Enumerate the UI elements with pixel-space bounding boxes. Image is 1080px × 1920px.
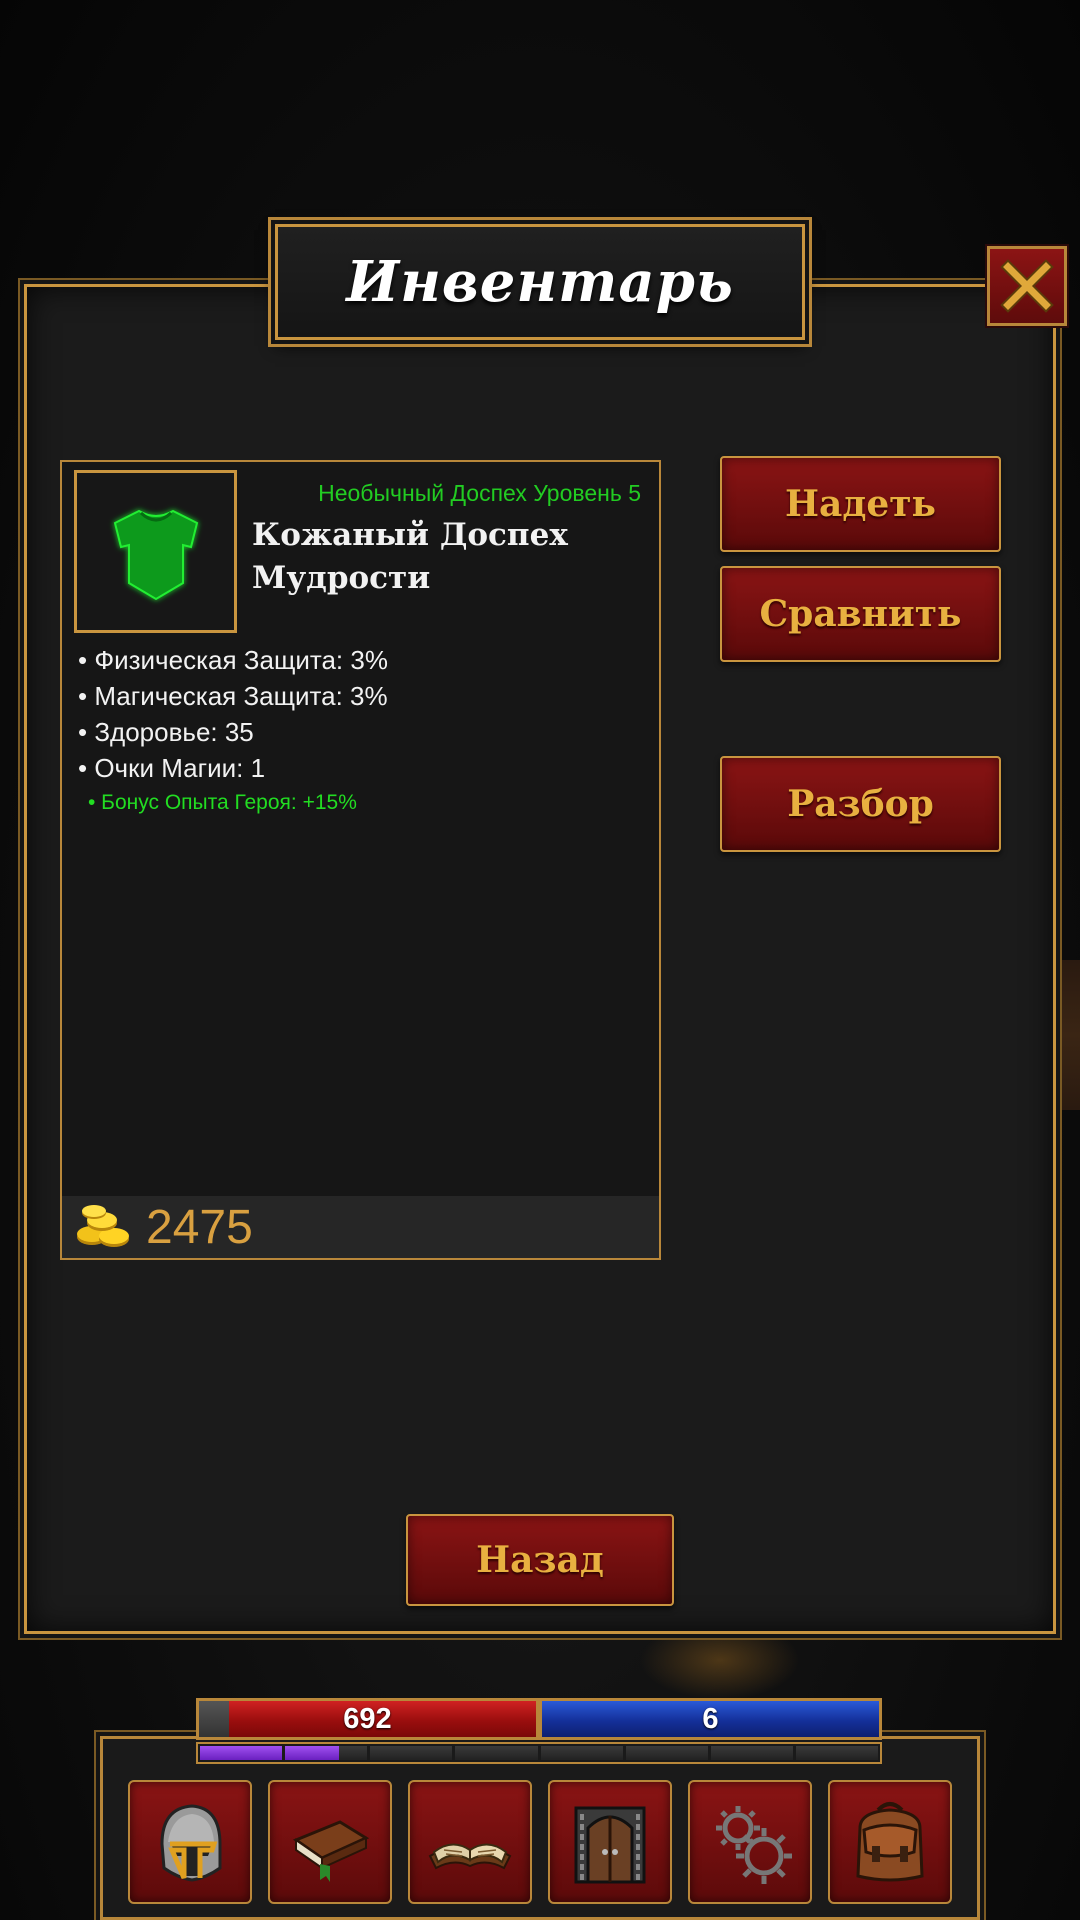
menu-dungeon-button[interactable] <box>548 1780 672 1904</box>
compare-button-label: Сравнить <box>759 593 962 635</box>
xp-segment <box>795 1746 878 1760</box>
disassemble-button[interactable]: Разбор <box>720 756 1001 852</box>
equip-button-label: Надеть <box>785 483 936 525</box>
xp-segment <box>370 1746 453 1760</box>
menu-inventory-button[interactable] <box>828 1780 952 1904</box>
background-decoration <box>1058 960 1080 1110</box>
book-icon <box>292 1820 370 1882</box>
gears-icon <box>716 1806 792 1884</box>
gold-coins-icon <box>77 1205 129 1247</box>
door-icon <box>574 1806 646 1884</box>
menu-spellbook-button[interactable] <box>408 1780 532 1904</box>
item-stats-list: • Физическая Защита: 3% • Магическая Защ… <box>78 642 388 820</box>
mana-value: 6 <box>702 1702 719 1735</box>
health-value: 692 <box>343 1702 392 1735</box>
stat-magic-defense: • Магическая Защита: 3% <box>78 681 388 711</box>
helmet-icon <box>160 1804 222 1882</box>
back-button[interactable]: Назад <box>406 1514 674 1606</box>
item-name: Кожаный Доспех Мудрости <box>252 517 568 596</box>
close-button[interactable] <box>987 246 1067 326</box>
xp-segment <box>710 1746 793 1760</box>
close-icon <box>1000 259 1054 313</box>
stat-physical-defense: • Физическая Защита: 3% <box>78 645 388 675</box>
title-plate: Инвентарь <box>275 224 805 340</box>
backpack-icon <box>856 1802 924 1882</box>
stat-health: • Здоровье: 35 <box>78 717 254 747</box>
menu-settings-button[interactable] <box>688 1780 812 1904</box>
xp-segment <box>540 1746 623 1760</box>
xp-segment <box>455 1746 538 1760</box>
item-price-value: 2475 <box>146 1200 253 1254</box>
stat-xp-bonus: • Бонус Опыта Героя: +15% <box>88 791 357 814</box>
experience-bar <box>196 1742 882 1764</box>
stat-mana: • Очки Магии: 1 <box>78 753 266 783</box>
health-bar: 692 <box>196 1698 539 1740</box>
green-armor-icon <box>113 509 198 600</box>
equip-button[interactable]: Надеть <box>720 456 1001 552</box>
xp-segment <box>285 1746 368 1760</box>
xp-segment <box>625 1746 708 1760</box>
item-details-card: Необычный Доспех Уровень 5 Кожаный Доспе… <box>60 460 661 1260</box>
mana-bar: 6 <box>539 1698 882 1740</box>
menu-hero-button[interactable] <box>128 1780 252 1904</box>
page-title: Инвентарь <box>346 249 734 315</box>
player-status-hud: 692 6 <box>196 1698 882 1768</box>
item-price-bar: 2475 <box>62 1196 659 1258</box>
menu-journal-button[interactable] <box>268 1780 392 1904</box>
back-button-label: Назад <box>476 1539 604 1581</box>
disassemble-button-label: Разбор <box>787 783 934 825</box>
item-icon-frame <box>74 470 237 633</box>
xp-segment <box>200 1746 283 1760</box>
item-rarity-label: Необычный Доспех Уровень 5 <box>318 480 641 506</box>
compare-button[interactable]: Сравнить <box>720 566 1001 662</box>
open-book-icon <box>428 1843 512 1870</box>
